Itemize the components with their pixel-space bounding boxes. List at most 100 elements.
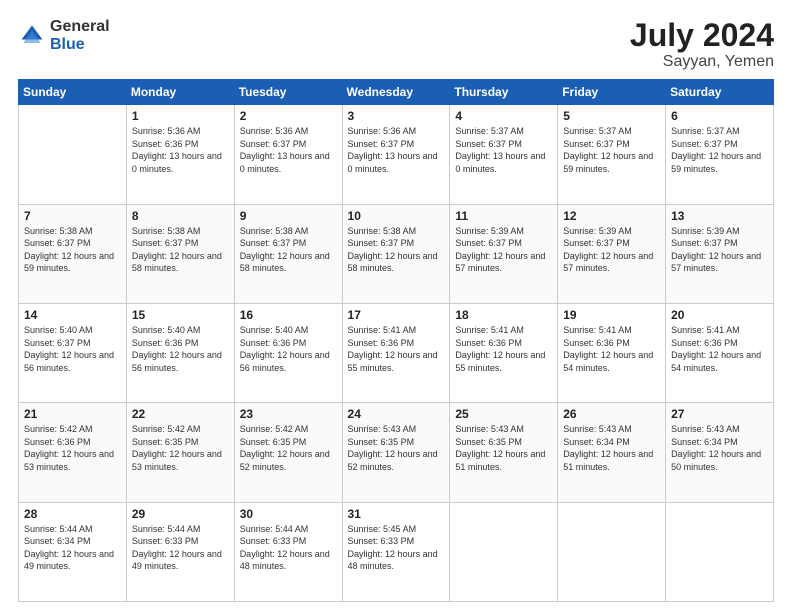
cell-info: Sunrise: 5:43 AMSunset: 6:34 PMDaylight:… xyxy=(671,423,768,473)
day-number: 6 xyxy=(671,109,768,123)
day-number: 14 xyxy=(24,308,121,322)
day-number: 23 xyxy=(240,407,337,421)
table-row xyxy=(450,502,558,601)
cell-info: Sunrise: 5:37 AMSunset: 6:37 PMDaylight:… xyxy=(563,125,660,175)
page: General Blue July 2024 Sayyan, Yemen Sun… xyxy=(0,0,792,612)
cell-info: Sunrise: 5:41 AMSunset: 6:36 PMDaylight:… xyxy=(455,324,552,374)
day-number: 19 xyxy=(563,308,660,322)
cell-info: Sunrise: 5:38 AMSunset: 6:37 PMDaylight:… xyxy=(240,225,337,275)
table-row: 1 Sunrise: 5:36 AMSunset: 6:36 PMDaylight… xyxy=(126,105,234,204)
table-row: 6Sunrise: 5:37 AMSunset: 6:37 PMDaylight… xyxy=(666,105,774,204)
col-sunday: Sunday xyxy=(19,80,127,105)
cell-info: Sunrise: 5:37 AMSunset: 6:37 PMDaylight:… xyxy=(455,125,552,175)
day-number: 5 xyxy=(563,109,660,123)
day-number: 27 xyxy=(671,407,768,421)
table-row xyxy=(558,502,666,601)
day-number: 30 xyxy=(240,507,337,521)
table-row: 14 Sunrise: 5:40 AMSunset: 6:37 PMDayligh… xyxy=(19,303,127,402)
day-number: 7 xyxy=(24,209,121,223)
day-number: 8 xyxy=(132,209,229,223)
table-row: 8 Sunrise: 5:38 AMSunset: 6:37 PMDaylight… xyxy=(126,204,234,303)
day-number: 3 xyxy=(348,109,445,123)
table-row: 20Sunrise: 5:41 AMSunset: 6:36 PMDayligh… xyxy=(666,303,774,402)
day-number: 13 xyxy=(671,209,768,223)
table-row: 23 Sunrise: 5:42 AMSunset: 6:35 PMDayligh… xyxy=(234,403,342,502)
cell-info: Sunrise: 5:41 AMSunset: 6:36 PMDaylight:… xyxy=(671,324,768,374)
table-row: 12Sunrise: 5:39 AMSunset: 6:37 PMDayligh… xyxy=(558,204,666,303)
table-row: 19 Sunrise: 5:41 AMSunset: 6:36 PMDayligh… xyxy=(558,303,666,402)
table-row: 30 Sunrise: 5:44 AMSunset: 6:33 PMDayligh… xyxy=(234,502,342,601)
cell-info: Sunrise: 5:43 AMSunset: 6:35 PMDaylight:… xyxy=(348,423,445,473)
calendar-week-1: 1 Sunrise: 5:36 AMSunset: 6:36 PMDaylight… xyxy=(19,105,774,204)
calendar-week-3: 14 Sunrise: 5:40 AMSunset: 6:37 PMDayligh… xyxy=(19,303,774,402)
cell-info: Sunrise: 5:42 AMSunset: 6:35 PMDaylight:… xyxy=(240,423,337,473)
location: Sayyan, Yemen xyxy=(630,53,774,71)
logo-general: General xyxy=(50,18,110,35)
calendar-week-4: 21Sunrise: 5:42 AMSunset: 6:36 PMDayligh… xyxy=(19,403,774,502)
cell-info: Sunrise: 5:41 AMSunset: 6:36 PMDaylight:… xyxy=(563,324,660,374)
cell-info: Sunrise: 5:43 AMSunset: 6:35 PMDaylight:… xyxy=(455,423,552,473)
day-number: 25 xyxy=(455,407,552,421)
table-row: 28Sunrise: 5:44 AMSunset: 6:34 PMDayligh… xyxy=(19,502,127,601)
table-row: 29Sunrise: 5:44 AMSunset: 6:33 PMDayligh… xyxy=(126,502,234,601)
cell-info: Sunrise: 5:41 AMSunset: 6:36 PMDaylight:… xyxy=(348,324,445,374)
cell-info: Sunrise: 5:36 AMSunset: 6:36 PMDaylight:… xyxy=(132,125,229,175)
table-row: 16Sunrise: 5:40 AMSunset: 6:36 PMDayligh… xyxy=(234,303,342,402)
logo-icon xyxy=(18,22,46,50)
cell-info: Sunrise: 5:39 AMSunset: 6:37 PMDaylight:… xyxy=(671,225,768,275)
calendar-header-row: Sunday Monday Tuesday Wednesday Thursday… xyxy=(19,80,774,105)
day-number: 9 xyxy=(240,209,337,223)
col-thursday: Thursday xyxy=(450,80,558,105)
cell-info: Sunrise: 5:43 AMSunset: 6:34 PMDaylight:… xyxy=(563,423,660,473)
table-row: 3 Sunrise: 5:36 AMSunset: 6:37 PMDaylight… xyxy=(342,105,450,204)
header: General Blue July 2024 Sayyan, Yemen xyxy=(18,18,774,71)
day-number: 26 xyxy=(563,407,660,421)
col-tuesday: Tuesday xyxy=(234,80,342,105)
table-row: 25 Sunrise: 5:43 AMSunset: 6:35 PMDayligh… xyxy=(450,403,558,502)
table-row: 13 Sunrise: 5:39 AMSunset: 6:37 PMDayligh… xyxy=(666,204,774,303)
table-row: 10 Sunrise: 5:38 AMSunset: 6:37 PMDayligh… xyxy=(342,204,450,303)
cell-info: Sunrise: 5:38 AMSunset: 6:37 PMDaylight:… xyxy=(24,225,121,275)
col-friday: Friday xyxy=(558,80,666,105)
cell-info: Sunrise: 5:38 AMSunset: 6:37 PMDaylight:… xyxy=(132,225,229,275)
table-row: 21Sunrise: 5:42 AMSunset: 6:36 PMDayligh… xyxy=(19,403,127,502)
logo-blue: Blue xyxy=(50,36,85,53)
table-row xyxy=(19,105,127,204)
col-wednesday: Wednesday xyxy=(342,80,450,105)
month-year: July 2024 xyxy=(630,18,774,53)
col-monday: Monday xyxy=(126,80,234,105)
day-number: 11 xyxy=(455,209,552,223)
cell-info: Sunrise: 5:39 AMSunset: 6:37 PMDaylight:… xyxy=(563,225,660,275)
table-row: 9 Sunrise: 5:38 AMSunset: 6:37 PMDaylight… xyxy=(234,204,342,303)
day-number: 24 xyxy=(348,407,445,421)
cell-info: Sunrise: 5:45 AMSunset: 6:33 PMDaylight:… xyxy=(348,523,445,573)
day-number: 1 xyxy=(132,109,229,123)
day-number: 28 xyxy=(24,507,121,521)
table-row: 5 Sunrise: 5:37 AMSunset: 6:37 PMDaylight… xyxy=(558,105,666,204)
cell-info: Sunrise: 5:40 AMSunset: 6:37 PMDaylight:… xyxy=(24,324,121,374)
col-saturday: Saturday xyxy=(666,80,774,105)
table-row: 4Sunrise: 5:37 AMSunset: 6:37 PMDaylight… xyxy=(450,105,558,204)
logo: General Blue xyxy=(18,18,110,53)
table-row: 7 Sunrise: 5:38 AMSunset: 6:37 PMDaylight… xyxy=(19,204,127,303)
cell-info: Sunrise: 5:38 AMSunset: 6:37 PMDaylight:… xyxy=(348,225,445,275)
table-row: 22Sunrise: 5:42 AMSunset: 6:35 PMDayligh… xyxy=(126,403,234,502)
title-block: July 2024 Sayyan, Yemen xyxy=(630,18,774,71)
day-number: 2 xyxy=(240,109,337,123)
table-row: 2Sunrise: 5:36 AMSunset: 6:37 PMDaylight… xyxy=(234,105,342,204)
table-row: 18 Sunrise: 5:41 AMSunset: 6:36 PMDayligh… xyxy=(450,303,558,402)
calendar-week-2: 7 Sunrise: 5:38 AMSunset: 6:37 PMDaylight… xyxy=(19,204,774,303)
cell-info: Sunrise: 5:36 AMSunset: 6:37 PMDaylight:… xyxy=(348,125,445,175)
calendar-table: Sunday Monday Tuesday Wednesday Thursday… xyxy=(18,79,774,602)
table-row: 17Sunrise: 5:41 AMSunset: 6:36 PMDayligh… xyxy=(342,303,450,402)
day-number: 15 xyxy=(132,308,229,322)
cell-info: Sunrise: 5:44 AMSunset: 6:33 PMDaylight:… xyxy=(240,523,337,573)
day-number: 18 xyxy=(455,308,552,322)
cell-info: Sunrise: 5:42 AMSunset: 6:35 PMDaylight:… xyxy=(132,423,229,473)
day-number: 10 xyxy=(348,209,445,223)
table-row: 24 Sunrise: 5:43 AMSunset: 6:35 PMDayligh… xyxy=(342,403,450,502)
logo-text: General Blue xyxy=(50,18,110,53)
table-row: 11Sunrise: 5:39 AMSunset: 6:37 PMDayligh… xyxy=(450,204,558,303)
table-row: 15Sunrise: 5:40 AMSunset: 6:36 PMDayligh… xyxy=(126,303,234,402)
table-row: 26 Sunrise: 5:43 AMSunset: 6:34 PMDayligh… xyxy=(558,403,666,502)
